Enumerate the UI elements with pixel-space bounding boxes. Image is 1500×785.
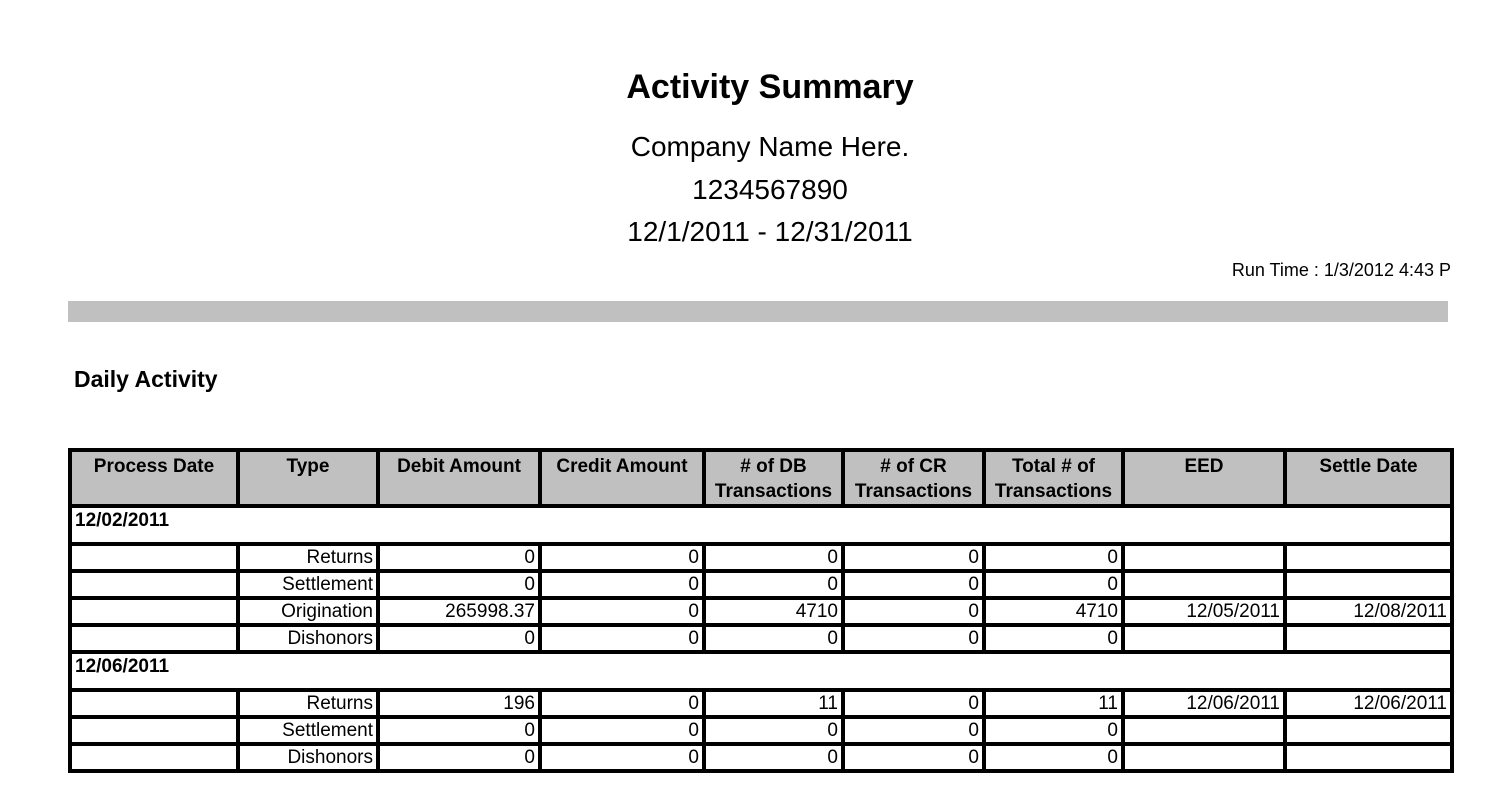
date-range: 12/1/2011 - 12/31/2011 <box>627 216 913 247</box>
cell-type: Dishonors <box>236 623 380 654</box>
cell-cr-count: 0 <box>841 542 986 573</box>
cell-credit-amount: 0 <box>538 596 706 627</box>
cell-db-count: 0 <box>702 742 845 773</box>
cell-db-count: 0 <box>702 569 845 600</box>
cell-total-count: 0 <box>982 569 1125 600</box>
table-body: 12/02/2011 Returns 0 0 0 0 0 Settlement 0 0 0 0 0 Ori… <box>68 504 1454 773</box>
cell-eed <box>1121 715 1287 746</box>
report-title: Activity Summary <box>626 68 914 106</box>
cell-type: Returns <box>236 542 380 573</box>
cell-db-count: 0 <box>702 715 845 746</box>
cell-total-count: 4710 <box>982 596 1125 627</box>
cell-credit-amount: 0 <box>538 542 706 573</box>
cell-cr-count: 0 <box>841 742 986 773</box>
cell-credit-amount: 0 <box>538 715 706 746</box>
group-date: 12/02/2011 <box>68 504 1454 546</box>
cell-credit-amount: 0 <box>538 688 706 719</box>
table-row: Origination 265998.37 0 4710 0 4710 12/05/2011… <box>68 596 1454 627</box>
table-row: Returns 0 0 0 0 0 <box>68 542 1454 573</box>
cell-cr-count: 0 <box>841 688 986 719</box>
cell-db-count: 0 <box>702 542 845 573</box>
table-row: Dishonors 0 0 0 0 0 <box>68 742 1454 773</box>
header-settle-date: Settle Date <box>1283 448 1454 508</box>
header-divider-bar <box>68 301 1448 322</box>
cell-db-count: 0 <box>702 623 845 654</box>
group-date-row: 12/02/2011 <box>68 504 1454 546</box>
header-process-date: Process Date <box>68 448 240 508</box>
cell-type: Settlement <box>236 715 380 746</box>
table-row: Dishonors 0 0 0 0 0 <box>68 623 1454 654</box>
cell-eed <box>1121 623 1287 654</box>
cell-type: Returns <box>236 688 380 719</box>
cell-settle-date <box>1283 542 1454 573</box>
cell-debit-amount: 0 <box>376 623 542 654</box>
group-date-row: 12/06/2011 <box>68 650 1454 692</box>
cell-total-count: 11 <box>982 688 1125 719</box>
header-total-transactions: Total # of Transactions <box>982 448 1125 508</box>
header-credit-amount: Credit Amount <box>538 448 706 508</box>
group-date: 12/06/2011 <box>68 650 1454 692</box>
cell-credit-amount: 0 <box>538 623 706 654</box>
cell-process-date <box>68 569 240 600</box>
cell-cr-count: 0 <box>841 596 986 627</box>
table-header-row: Process Date Type Debit Amount Credit Am… <box>68 448 1454 508</box>
cell-debit-amount: 0 <box>376 569 542 600</box>
cell-total-count: 0 <box>982 623 1125 654</box>
header-type: Type <box>236 448 380 508</box>
cell-process-date <box>68 596 240 627</box>
cell-settle-date: 12/08/2011 <box>1283 596 1454 627</box>
cell-total-count: 0 <box>982 542 1125 573</box>
cell-type: Origination <box>236 596 380 627</box>
run-time: Run Time : 1/3/2012 4:43 P <box>1231 260 1451 280</box>
cell-debit-amount: 196 <box>376 688 542 719</box>
cell-total-count: 0 <box>982 715 1125 746</box>
cell-process-date <box>68 715 240 746</box>
cell-cr-count: 0 <box>841 623 986 654</box>
company-name: Company Name Here. <box>630 131 910 162</box>
cell-debit-amount: 0 <box>376 542 542 573</box>
header-cr-transactions: # of CR Transactions <box>841 448 986 508</box>
cell-settle-date <box>1283 742 1454 773</box>
cell-debit-amount: 0 <box>376 742 542 773</box>
header-debit-amount: Debit Amount <box>376 448 542 508</box>
cell-debit-amount: 0 <box>376 715 542 746</box>
cell-settle-date <box>1283 715 1454 746</box>
cell-cr-count: 0 <box>841 569 986 600</box>
cell-credit-amount: 0 <box>538 742 706 773</box>
account-number: 1234567890 <box>692 174 848 205</box>
cell-eed: 12/06/2011 <box>1121 688 1287 719</box>
cell-credit-amount: 0 <box>538 569 706 600</box>
header-eed: EED <box>1121 448 1287 508</box>
cell-eed <box>1121 542 1287 573</box>
cell-process-date <box>68 542 240 573</box>
cell-type: Settlement <box>236 569 380 600</box>
section-title: Daily Activity <box>74 366 218 392</box>
cell-db-count: 11 <box>702 688 845 719</box>
table-row: Returns 196 0 11 0 11 12/06/2011 12/06/2011 <box>68 688 1454 719</box>
cell-settle-date <box>1283 569 1454 600</box>
cell-process-date <box>68 688 240 719</box>
cell-eed <box>1121 569 1287 600</box>
cell-process-date <box>68 742 240 773</box>
cell-settle-date: 12/06/2011 <box>1283 688 1454 719</box>
table-row: Settlement 0 0 0 0 0 <box>68 569 1454 600</box>
cell-cr-count: 0 <box>841 715 986 746</box>
cell-type: Dishonors <box>236 742 380 773</box>
header-db-transactions: # of DB Transactions <box>702 448 845 508</box>
cell-db-count: 4710 <box>702 596 845 627</box>
cell-settle-date <box>1283 623 1454 654</box>
daily-activity-table: Process Date Type Debit Amount Credit Am… <box>68 448 1454 773</box>
cell-eed: 12/05/2011 <box>1121 596 1287 627</box>
table-row: Settlement 0 0 0 0 0 <box>68 715 1454 746</box>
cell-total-count: 0 <box>982 742 1125 773</box>
cell-eed <box>1121 742 1287 773</box>
cell-debit-amount: 265998.37 <box>376 596 542 627</box>
cell-process-date <box>68 623 240 654</box>
